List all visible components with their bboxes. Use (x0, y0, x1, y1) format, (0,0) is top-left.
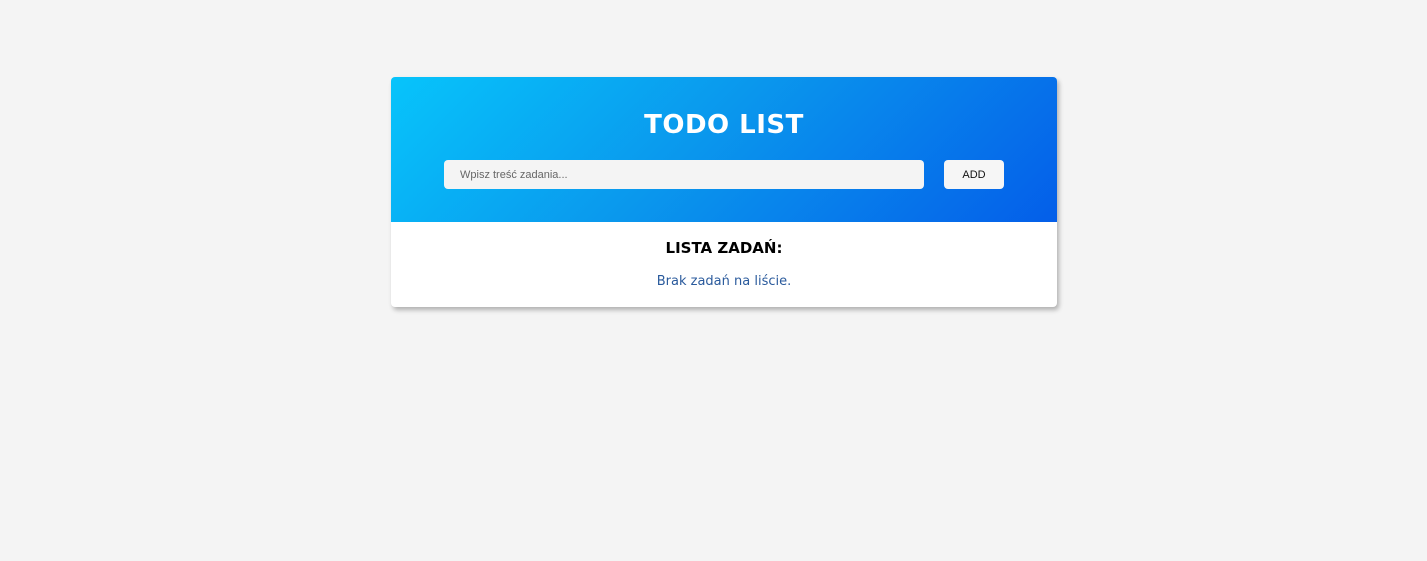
task-list-heading: LISTA ZADAŃ: (665, 239, 783, 257)
todo-card: TODO LIST ADD LISTA ZADAŃ: Brak zadań na… (391, 77, 1057, 307)
todo-header: TODO LIST ADD (391, 77, 1057, 222)
empty-list-message: Brak zadań na liście. (656, 274, 792, 289)
page-title: TODO LIST (644, 110, 804, 140)
add-button[interactable]: ADD (944, 160, 1004, 189)
task-input[interactable] (444, 160, 924, 189)
